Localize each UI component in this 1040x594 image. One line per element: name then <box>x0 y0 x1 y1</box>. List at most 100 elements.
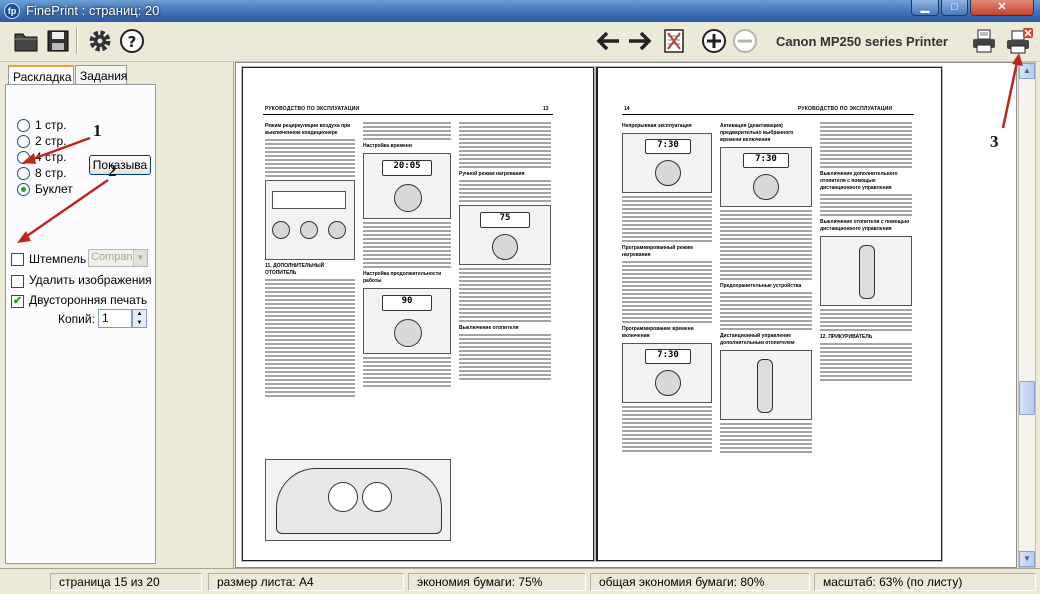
layout-radio-4-label[interactable]: 4 стр. <box>35 150 67 164</box>
left-heading: Настройка продолжительности работы <box>363 271 442 284</box>
right-column-1: Непрерывная эксплуатация 7:30 Программир… <box>622 120 712 454</box>
checkmark-icon: ✔ <box>12 295 23 307</box>
layout-radio-4[interactable] <box>17 151 30 164</box>
continuous-panel-figure: 7:30 <box>622 133 712 193</box>
toolbar: ? Canon MP250 series Printer <box>0 22 1040 62</box>
activation-lcd: 7:30 <box>743 153 789 168</box>
left-head-rule <box>263 114 553 115</box>
layout-radio-8-label[interactable]: 8 стр. <box>35 166 67 180</box>
status-total-saving: общая экономия бумаги: 80% <box>590 573 810 591</box>
preview-page-left[interactable]: РУКОВОДСТВО ПО ЭКСПЛУАТАЦИИ 13 Режим рец… <box>242 67 594 561</box>
right-page-number: 14 <box>624 106 630 112</box>
close-button[interactable]: ✕ <box>970 0 1034 16</box>
stamp-checkbox[interactable] <box>11 253 24 266</box>
layout-radio-1[interactable] <box>17 119 30 132</box>
spin-down-icon: ▼ <box>136 320 143 326</box>
print-button[interactable] <box>970 27 998 55</box>
layout-radio-booklet[interactable] <box>17 183 30 196</box>
save-button[interactable] <box>44 27 72 55</box>
heating-lcd: 75 <box>480 212 530 228</box>
window-title: FinePrint : страниц: 20 <box>26 3 160 18</box>
left-heading: Настройка времени <box>363 143 412 149</box>
tab-jobs[interactable]: Задания <box>75 65 127 84</box>
continuous-lcd: 7:30 <box>645 139 691 154</box>
right-running-head: РУКОВОДСТВО ПО ЭКСПЛУАТАЦИИ <box>798 106 893 112</box>
next-arrow-icon <box>629 31 652 51</box>
left-column-1: Режим рециркуляции воздуха при выключенн… <box>265 120 355 399</box>
minimize-button[interactable]: ▁ <box>911 0 939 16</box>
maximize-icon: □ <box>951 1 958 13</box>
tab-layout[interactable]: Раскладка <box>8 65 74 85</box>
right-heading: Предохранительные устройства <box>720 283 802 289</box>
open-button[interactable] <box>12 27 40 55</box>
minimize-icon: ▁ <box>920 1 930 13</box>
program-lcd: 7:30 <box>645 349 691 364</box>
zoom-out-button[interactable] <box>731 27 759 55</box>
layout-radio-1-label[interactable]: 1 стр. <box>35 118 67 132</box>
duplex-label[interactable]: Двусторонняя печать <box>29 293 147 307</box>
layout-radio-2[interactable] <box>17 135 30 148</box>
duration-panel-figure: 90 <box>363 288 451 354</box>
spin-up-icon: ▲ <box>136 311 143 317</box>
scroll-thumb[interactable] <box>1019 381 1035 415</box>
delete-page-button[interactable] <box>660 27 688 55</box>
right-heading: Выключение дополнительного отопителя с п… <box>820 171 898 191</box>
stamp-select[interactable]: Compan ▼ <box>88 249 148 267</box>
status-bar: страница 15 из 20 размер листа: А4 эконо… <box>0 568 1040 594</box>
right-heading: 12. ПРИКУРИВАТЕЛЬ <box>820 334 873 340</box>
right-heading: Программирование времени включения <box>622 326 694 339</box>
fineprint-window: fp FinePrint : страниц: 20 ▁ □ ✕ ? Canon… <box>0 0 1040 594</box>
preview-page-right[interactable]: 14 РУКОВОДСТВО ПО ЭКСПЛУАТАЦИИ Непрерывн… <box>596 67 942 561</box>
print-icon <box>973 29 995 53</box>
zoom-in-button[interactable] <box>700 27 728 55</box>
right-heading: Активация (деактивация) предварительно в… <box>720 123 794 143</box>
copies-spinner[interactable]: ▲ ▼ <box>132 309 147 328</box>
program-panel-figure: 7:30 <box>622 343 712 403</box>
layout-radio-booklet-label[interactable]: Буклет <box>35 182 73 196</box>
left-page-number: 13 <box>543 106 549 112</box>
left-heading: 11. ДОПОЛНИТЕЛЬНЫЙ ОТОПИТЕЛЬ <box>265 263 325 276</box>
timer-panel-figure: 20:05 <box>363 153 451 219</box>
duration-lcd: 90 <box>382 295 432 311</box>
print-and-close-icon <box>1007 28 1033 54</box>
remote-control-figure <box>720 350 812 420</box>
copies-input[interactable]: 1 <box>98 309 132 328</box>
scroll-down-button[interactable]: ▼ <box>1019 551 1035 567</box>
status-zoom: масштаб: 63% (по листу) <box>814 573 1036 591</box>
remove-images-label[interactable]: Удалить изображения <box>29 273 152 287</box>
layout-radio-2-label[interactable]: 2 стр. <box>35 134 67 148</box>
remove-images-checkbox[interactable] <box>11 275 24 288</box>
right-column-3: Выключение дополнительного отопителя с п… <box>820 120 912 383</box>
booklet-preview[interactable]: РУКОВОДСТВО ПО ЭКСПЛУАТАЦИИ 13 Режим рец… <box>235 62 1017 568</box>
title-bar[interactable]: fp FinePrint : страниц: 20 ▁ □ ✕ <box>0 0 1040 22</box>
right-heading: Выключение отопителя с помощью дистанцио… <box>820 219 910 232</box>
vertical-scrollbar[interactable]: ▲ ▼ <box>1018 62 1036 568</box>
printer-name[interactable]: Canon MP250 series Printer <box>776 34 948 49</box>
heater-controls-figure <box>265 180 355 260</box>
next-page-button[interactable] <box>626 27 654 55</box>
right-heading: Непрерывная эксплуатация <box>622 123 692 129</box>
layout-radio-8[interactable] <box>17 167 30 180</box>
help-button[interactable]: ? <box>118 27 146 55</box>
duplex-checkbox[interactable]: ✔ <box>11 295 24 308</box>
print-and-close-button[interactable] <box>1006 27 1034 55</box>
activation-panel-figure: 7:30 <box>720 147 812 207</box>
status-paper-saving: экономия бумаги: 75% <box>408 573 586 591</box>
app-icon[interactable]: fp <box>4 3 20 19</box>
right-column-2: Активация (деактивация) предварительно в… <box>720 120 812 455</box>
close-icon: ✕ <box>997 1 1007 13</box>
settings-button[interactable] <box>86 27 114 55</box>
left-column-2: Настройка времени 20:05 Настройка продол… <box>363 120 451 389</box>
dashboard-figure <box>265 459 451 541</box>
show-button[interactable]: Показыва <box>89 155 151 175</box>
save-icon <box>47 30 69 52</box>
maximize-button[interactable]: □ <box>941 0 968 16</box>
previous-arrow-icon <box>596 31 619 51</box>
heating-panel-figure: 75 <box>459 205 551 265</box>
svg-text:?: ? <box>128 33 137 51</box>
scroll-up-button[interactable]: ▲ <box>1019 63 1035 79</box>
status-page: страница 15 из 20 <box>50 573 202 591</box>
stamp-label[interactable]: Штемпель <box>29 252 86 266</box>
previous-page-button[interactable] <box>594 27 622 55</box>
scroll-down-icon: ▼ <box>1023 554 1031 563</box>
